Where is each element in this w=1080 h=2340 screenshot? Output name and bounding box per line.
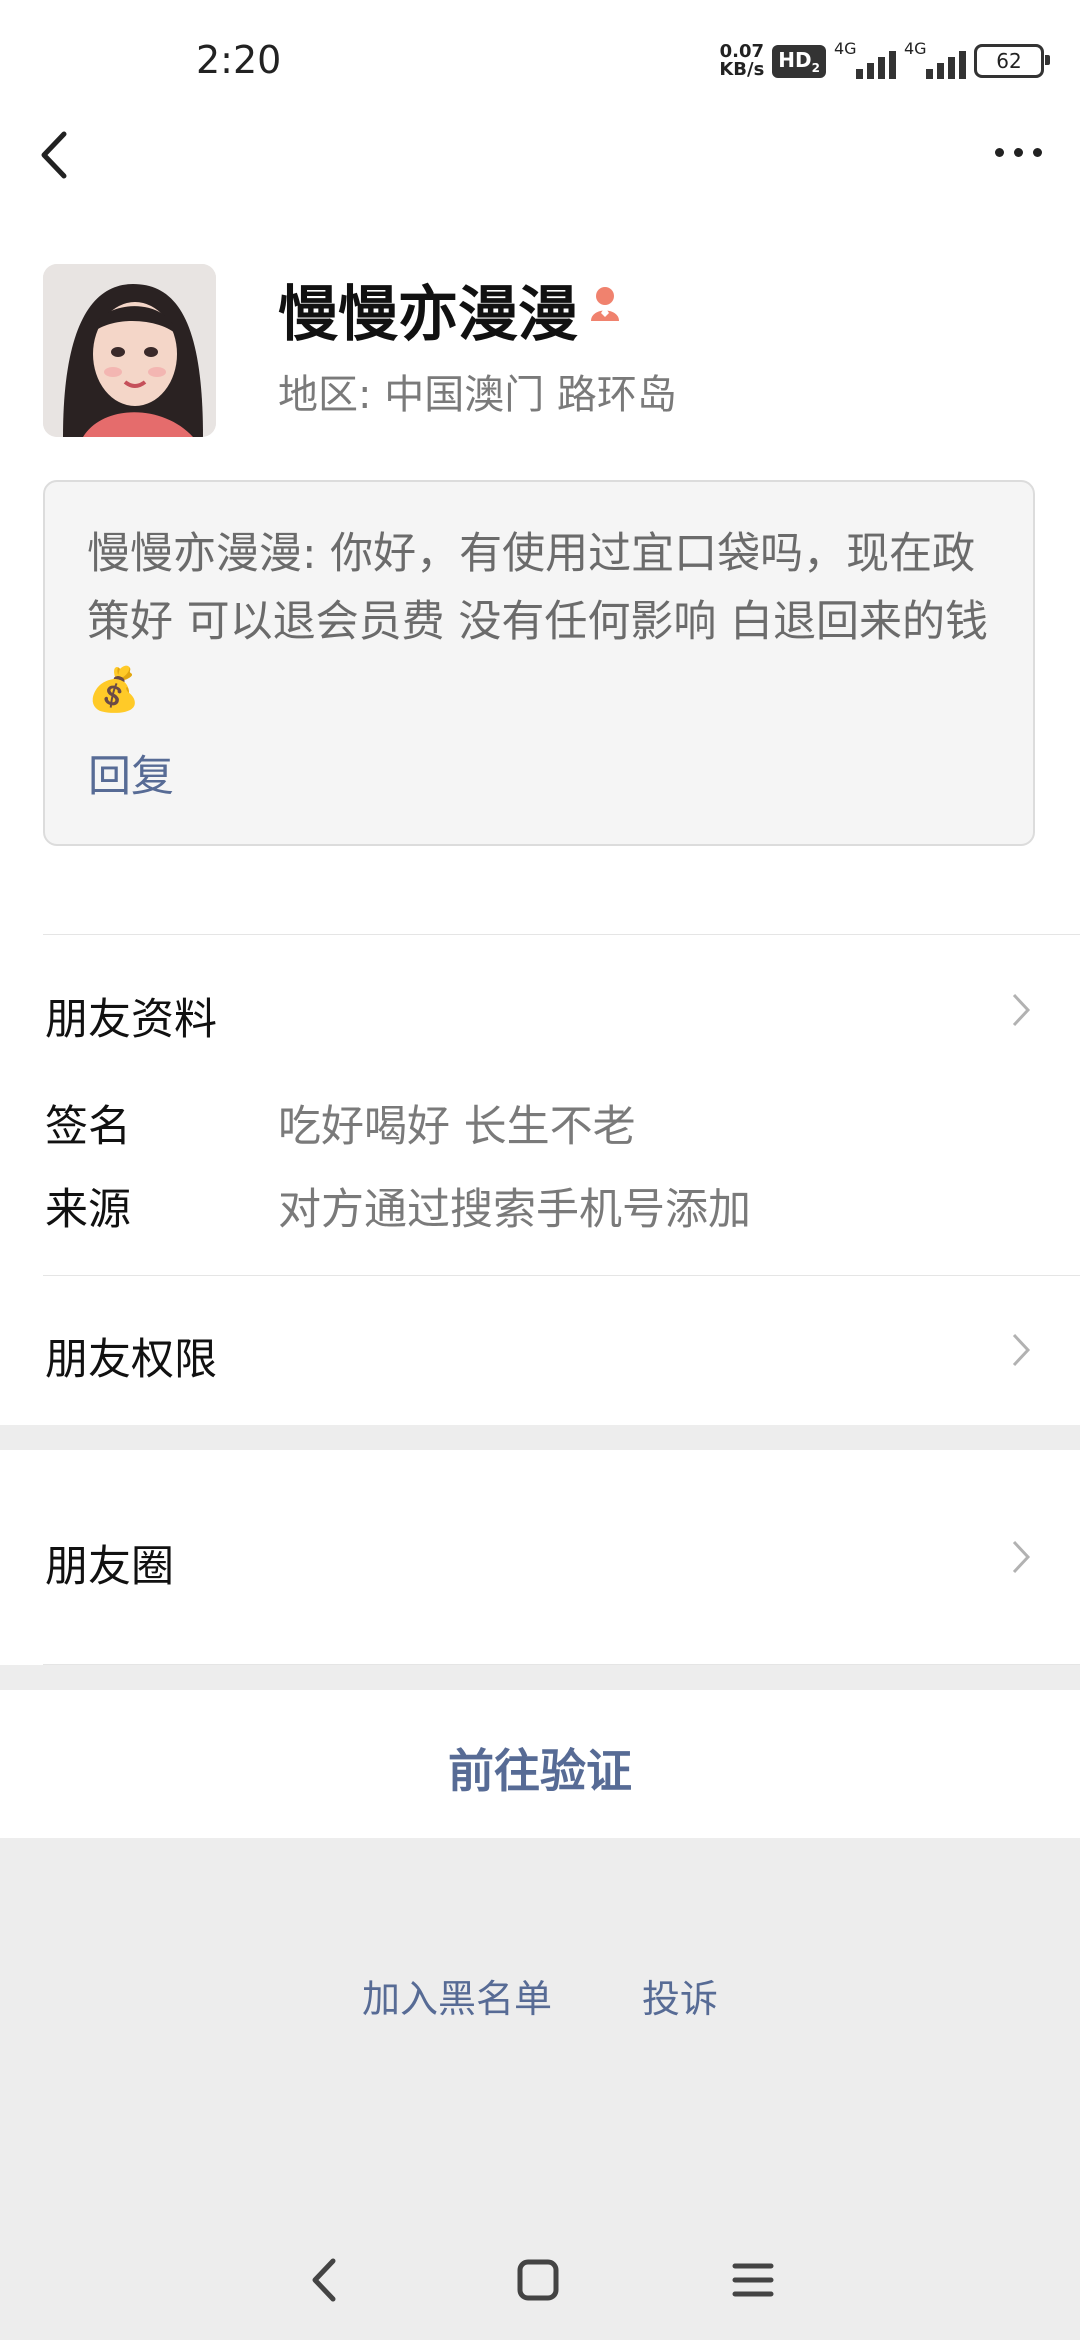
source-value: 对方通过搜索手机号添加 [278, 1185, 751, 1235]
verify-button[interactable]: 前往验证 [0, 1735, 1080, 1801]
blacklist-link[interactable]: 加入黑名单 [362, 1968, 552, 2023]
signal-icon: 4G [834, 39, 896, 79]
chevron-left-icon[interactable] [36, 130, 76, 180]
bottom-links: 加入黑名单 投诉 [0, 1968, 1080, 2023]
avatar[interactable] [43, 264, 216, 437]
nav-back-icon[interactable] [305, 2255, 345, 2305]
reply-link[interactable]: 回复 [88, 742, 174, 804]
hd-icon: HD2 [772, 44, 826, 78]
profile-region: 地区: 中国澳门 路环岛 [278, 372, 677, 418]
battery-icon: 62 [974, 44, 1050, 78]
profile-name: 慢慢亦漫漫 [278, 280, 578, 350]
chevron-right-icon [1012, 993, 1031, 1027]
female-icon [591, 287, 619, 321]
nav-home-icon[interactable] [515, 2257, 561, 2303]
verification-message-text: 慢慢亦漫漫: 你好，有使用过宜口袋吗，现在政策好 可以退会员费 没有任何影响 白… [87, 529, 989, 715]
system-nav-bar [0, 2220, 1080, 2340]
signature-label: 签名 [45, 1102, 131, 1152]
net-speed: 0.07 KB/s [719, 41, 765, 80]
divider [43, 1664, 1080, 1665]
more-dots-icon[interactable] [995, 148, 1042, 157]
chevron-right-icon [1012, 1333, 1031, 1367]
signature-value: 吃好喝好 长生不老 [278, 1102, 636, 1152]
status-icons: 0.07 KB/s HD2 4G 4G 62 [719, 38, 1050, 84]
signal-icon-2: 4G [904, 39, 966, 79]
chevron-right-icon [1012, 1540, 1031, 1574]
moments-title: 朋友圈 [45, 1542, 174, 1592]
report-link[interactable]: 投诉 [642, 1968, 718, 2023]
nav-menu-icon[interactable] [731, 2258, 775, 2302]
permissions-title: 朋友权限 [45, 1335, 217, 1385]
friend-info-title: 朋友资料 [45, 995, 217, 1045]
status-time: 2:20 [196, 38, 282, 82]
source-label: 来源 [45, 1185, 131, 1235]
